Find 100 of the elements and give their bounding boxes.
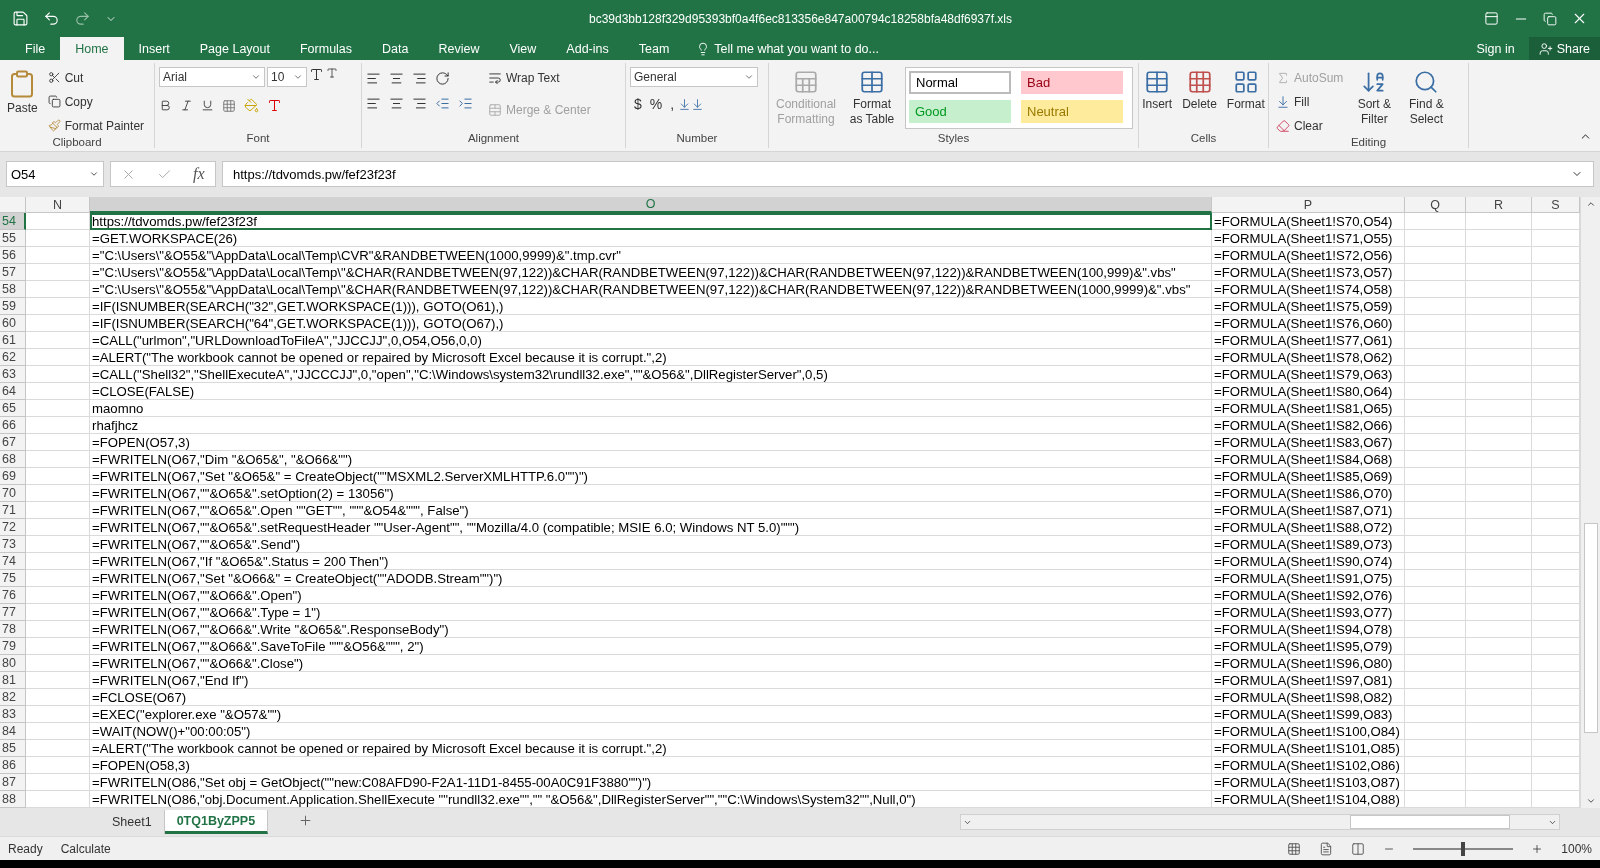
add-sheet-icon[interactable] <box>298 813 314 828</box>
scrollbar-thumb[interactable] <box>1350 815 1510 829</box>
scroll-up-icon[interactable] <box>1585 199 1596 209</box>
row-header[interactable]: 61 <box>0 332 26 349</box>
tell-me-field[interactable]: Tell me what you want to do... <box>714 41 879 56</box>
row-header[interactable]: 56 <box>0 247 26 264</box>
dropdown-caret-icon[interactable] <box>744 72 754 82</box>
ribbon-tab[interactable]: Formulas <box>284 37 368 60</box>
cell-style-swatch[interactable]: Bad <box>1021 71 1123 94</box>
undo-icon[interactable] <box>43 10 60 27</box>
paintbrush-icon[interactable] <box>47 119 61 132</box>
align-left-icon[interactable] <box>366 96 381 111</box>
ribbon-tab[interactable]: Add-ins <box>551 37 624 60</box>
row-header[interactable]: 71 <box>0 502 26 519</box>
zoom-in-icon[interactable] <box>1531 842 1544 855</box>
sign-in-link[interactable]: Sign in <box>1462 37 1529 60</box>
fill-down-icon[interactable] <box>1276 94 1290 109</box>
row-header[interactable]: 55 <box>0 230 26 247</box>
vertical-scrollbar[interactable] <box>1580 197 1600 808</box>
row-header[interactable]: 76 <box>0 587 26 604</box>
ribbon-tab[interactable]: Review <box>423 37 495 60</box>
row-header[interactable]: 60 <box>0 315 26 332</box>
row-header[interactable]: 65 <box>0 400 26 417</box>
scissors-icon[interactable] <box>47 71 61 84</box>
column-header[interactable]: R <box>1466 197 1532 213</box>
delete-cells-icon[interactable] <box>1186 69 1213 95</box>
row-header[interactable]: 77 <box>0 604 26 621</box>
eraser-icon[interactable] <box>1276 118 1290 133</box>
calculate-button[interactable]: Calculate <box>60 841 111 856</box>
insert-cells-icon[interactable] <box>1144 69 1171 95</box>
row-header[interactable]: 82 <box>0 689 26 706</box>
cut-button[interactable]: Cut <box>44 67 148 88</box>
row-header[interactable]: 69 <box>0 468 26 485</box>
row-header[interactable]: 70 <box>0 485 26 502</box>
decrease-indent-icon[interactable] <box>435 96 450 111</box>
font-color-icon[interactable] <box>267 98 282 113</box>
cells-button[interactable]: Format <box>1223 67 1268 132</box>
normal-view-icon[interactable] <box>1287 841 1302 856</box>
bold-icon[interactable] <box>159 99 172 112</box>
dropdown-caret-icon[interactable] <box>293 72 303 82</box>
dropdown-caret-icon[interactable] <box>89 169 99 179</box>
find-select-button[interactable]: Find & Select <box>1402 67 1451 136</box>
row-header[interactable]: 66 <box>0 417 26 434</box>
row-header[interactable]: 85 <box>0 740 26 757</box>
row-header[interactable]: 81 <box>0 672 26 689</box>
ribbon-tab[interactable]: File <box>10 37 61 60</box>
redo-icon[interactable] <box>74 10 91 27</box>
row-header[interactable]: 72 <box>0 519 26 536</box>
row-header[interactable]: 59 <box>0 298 26 315</box>
fx-icon[interactable]: fx <box>193 165 205 183</box>
cells-button[interactable]: Delete <box>1179 67 1220 132</box>
zoom-thumb[interactable] <box>1461 841 1466 856</box>
column-header[interactable]: P <box>1212 197 1405 213</box>
name-box[interactable]: O54 <box>6 161 104 187</box>
row-header[interactable]: 75 <box>0 570 26 587</box>
row-header[interactable]: 74 <box>0 553 26 570</box>
align-right-icon[interactable] <box>412 96 427 111</box>
share-button[interactable]: Share <box>1528 37 1600 60</box>
format-cells-icon[interactable] <box>1232 69 1259 95</box>
row-header[interactable]: 79 <box>0 638 26 655</box>
copy-button[interactable]: Copy <box>44 91 148 112</box>
increase-indent-icon[interactable] <box>458 96 473 111</box>
column-header[interactable]: Q <box>1405 197 1466 213</box>
sheet-tab[interactable]: Sheet1 <box>100 810 165 834</box>
font-size-dropdown[interactable]: 10 <box>267 67 307 87</box>
borders-icon[interactable] <box>222 98 236 113</box>
orientation-icon[interactable] <box>435 71 450 86</box>
row-header[interactable]: 83 <box>0 706 26 723</box>
number-format-dropdown[interactable]: General <box>630 67 758 87</box>
fill-color-icon[interactable] <box>244 98 259 113</box>
copy-icon[interactable] <box>47 95 61 108</box>
row-header[interactable]: 58 <box>0 281 26 298</box>
share-person-icon[interactable] <box>1538 41 1553 56</box>
sheet-tab[interactable]: 0TQ1ByZPP5 <box>164 810 269 834</box>
ribbon-tab[interactable]: Insert <box>123 37 185 60</box>
italic-icon[interactable] <box>180 99 193 112</box>
save-icon[interactable] <box>12 10 29 27</box>
ribbon-tab[interactable]: Page Layout <box>184 37 285 60</box>
column-header[interactable]: N <box>26 197 90 213</box>
underline-icon[interactable] <box>201 99 214 112</box>
row-header[interactable]: 63 <box>0 366 26 383</box>
comma-button[interactable]: , <box>666 96 679 112</box>
ribbon-tab[interactable]: Team <box>623 37 685 60</box>
cells-button[interactable]: Insert <box>1139 67 1176 132</box>
horizontal-scrollbar[interactable] <box>960 814 1560 830</box>
ribbon-display-icon[interactable] <box>1484 11 1499 26</box>
row-header[interactable]: 62 <box>0 349 26 366</box>
clear-button[interactable]: Clear <box>1273 115 1347 136</box>
ribbon-tab[interactable]: Data <box>367 37 424 60</box>
bottom-align-icon[interactable] <box>412 71 427 86</box>
font-name-dropdown[interactable]: Arial <box>159 67 265 87</box>
grow-font-icon[interactable] <box>309 67 324 82</box>
row-header[interactable]: 54 <box>0 213 26 230</box>
fill-button[interactable]: Fill <box>1273 91 1347 112</box>
top-align-icon[interactable] <box>366 71 381 86</box>
search-icon[interactable] <box>1413 69 1440 95</box>
page-break-icon[interactable] <box>1351 841 1366 856</box>
row-header[interactable]: 57 <box>0 264 26 281</box>
shrink-font-icon[interactable] <box>326 67 338 79</box>
increase-decimal-icon[interactable] <box>678 97 692 111</box>
